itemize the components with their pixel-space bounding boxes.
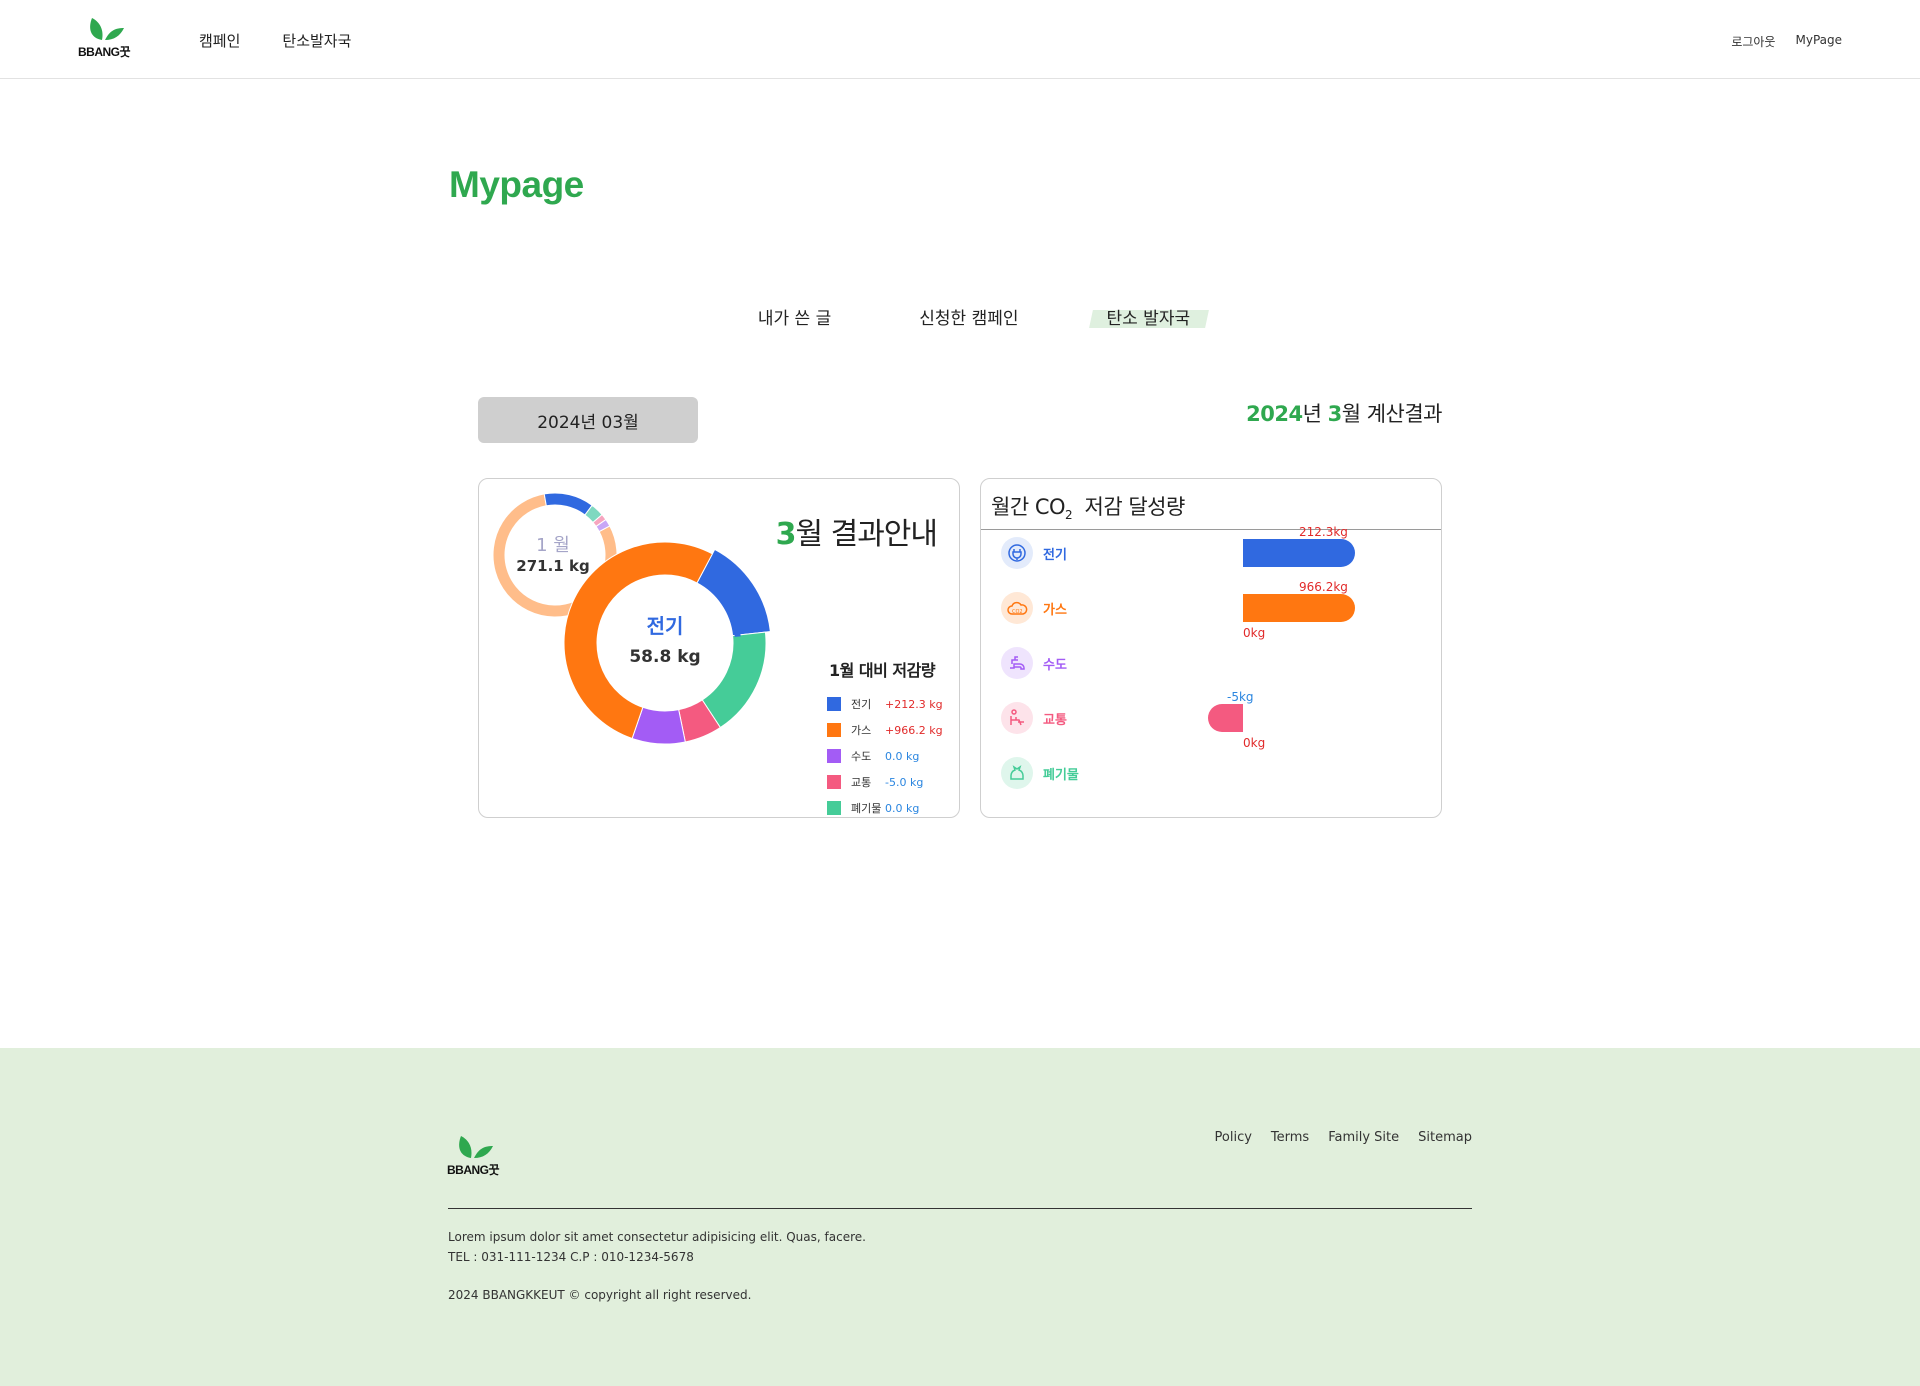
footer-links: Policy Terms Family Site Sitemap <box>1215 1130 1472 1145</box>
march-title-num: 3 <box>775 517 797 552</box>
result-year: 2024 <box>1246 402 1303 426</box>
mypage-tabs: 내가 쓴 글 신청한 캠페인 탄소 발자국 <box>0 302 1920 331</box>
svg-text:CO2: CO2 <box>1012 609 1023 615</box>
category-name: 폐기물 <box>1043 767 1079 783</box>
co2-cloud-icon: CO2 <box>1001 592 1033 624</box>
result-heading: 2024년 3월 계산결과 <box>1246 398 1442 428</box>
legend-item-2: 가스 +966.2 kg <box>827 717 943 743</box>
jan-total-value: 271.1 kg <box>516 557 590 575</box>
legend-swatch <box>827 801 841 815</box>
mypage-link[interactable]: MyPage <box>1795 33 1842 50</box>
legend-name: 폐기물 <box>851 802 882 815</box>
reduction-bar-4[interactable] <box>1208 704 1243 732</box>
bar-value-label: 0kg <box>1243 735 1266 750</box>
co2-title-sub: 2 <box>1065 508 1073 523</box>
co2-card-title: 월간 CO2 저감 달성량 <box>991 491 1185 522</box>
result-month: 3 <box>1327 402 1343 426</box>
category-row-2: CO2 가스 <box>1001 592 1067 624</box>
site-header: BBANG꿋 캠페인 탄소발자국 로그아웃 MyPage <box>0 0 1920 79</box>
footer-divider <box>448 1208 1472 1209</box>
leaf-logo-icon <box>90 18 125 40</box>
faucet-icon <box>1001 647 1033 679</box>
march-result-title: 3월 결과안내 <box>775 509 938 553</box>
legend-name: 가스 <box>851 724 872 737</box>
logout-link[interactable]: 로그아웃 <box>1731 33 1775 50</box>
tab-my-posts[interactable]: 내가 쓴 글 <box>742 302 847 331</box>
bar-value-label: 966.2kg <box>1299 580 1348 594</box>
legend-name: 교통 <box>851 776 872 789</box>
co2-title-rest: 저감 달성량 <box>1084 495 1186 519</box>
result-year-suffix: 년 <box>1302 402 1328 426</box>
co2-reduction-card: 월간 CO2 저감 달성량 전기 212.3kg CO2 가스 966.2kg 수도 0kg… <box>980 478 1442 818</box>
legend-value: 0.0 kg <box>885 801 920 815</box>
site-logo[interactable]: BBANG꿋 <box>78 16 131 60</box>
legend-value: 0.0 kg <box>885 749 920 763</box>
category-name: 수도 <box>1043 657 1067 673</box>
legend-swatch <box>827 723 841 737</box>
footer-copyright: 2024 BBANGKKEUT © copyright all right re… <box>448 1288 752 1302</box>
category-row-4: 교통 <box>1001 702 1067 734</box>
site-footer: BBANG꿋 Policy Terms Family Site Sitemap … <box>0 1048 1920 1386</box>
legend-swatch <box>827 749 841 763</box>
tab-applied-campaigns[interactable]: 신청한 캠페인 <box>903 302 1034 331</box>
car-seat-icon <box>1001 702 1033 734</box>
legend-item-1: 전기 +212.3 kg <box>827 691 943 717</box>
mar-donut-label: 전기 58.8 kg <box>605 610 725 667</box>
legend-value: +212.3 kg <box>885 697 943 711</box>
co2-title-main: 월간 CO <box>991 495 1066 519</box>
main-nav: 캠페인 탄소발자국 <box>199 30 351 51</box>
march-title-text: 월 결과안내 <box>795 517 938 552</box>
legend-swatch <box>827 775 841 789</box>
mar-category-value: 58.8 kg <box>629 647 701 667</box>
category-name: 가스 <box>1043 602 1067 618</box>
footer-link-policy[interactable]: Policy <box>1215 1130 1252 1145</box>
legend-title: 1월 대비 저감량 <box>829 661 936 680</box>
util-nav: 로그아웃 MyPage <box>1731 33 1842 50</box>
legend-name: 전기 <box>851 698 872 711</box>
legend-item-5: 폐기물 0.0 kg <box>827 795 943 817</box>
legend-value: -5.0 kg <box>885 775 924 789</box>
category-row-3: 수도 <box>1001 647 1067 679</box>
category-name: 교통 <box>1043 712 1067 728</box>
category-name: 전기 <box>1043 547 1067 563</box>
jan-donut-label: 1 월 271.1 kg <box>493 531 613 575</box>
trash-bag-icon <box>1001 757 1033 789</box>
legend-value: +966.2 kg <box>885 723 943 737</box>
legend-item-3: 수도 0.0 kg <box>827 743 943 769</box>
month-select[interactable]: 2024년 03월 <box>478 397 698 443</box>
footer-link-sitemap[interactable]: Sitemap <box>1418 1130 1472 1145</box>
footer-tel: TEL : 031-111-1234 C.P : 010-1234-5678 <box>448 1250 694 1264</box>
tab-carbon-footprint[interactable]: 탄소 발자국 <box>1091 302 1207 331</box>
footer-logo-text: BBANG꿋 <box>447 1163 500 1177</box>
jan-month-label: 1 월 <box>536 535 570 556</box>
nav-carbon-footprint[interactable]: 탄소발자국 <box>282 30 351 51</box>
page-title: Mypage <box>449 164 584 205</box>
footer-link-terms[interactable]: Terms <box>1271 1130 1309 1145</box>
mar-category-label: 전기 <box>646 614 684 638</box>
reduction-bar-2[interactable] <box>1243 594 1355 622</box>
logo-text: BBANG꿋 <box>78 45 131 59</box>
bar-value-label: 0kg <box>1243 625 1266 640</box>
plug-icon <box>1001 537 1033 569</box>
result-suffix: 월 계산결과 <box>1341 402 1443 426</box>
footer-description: Lorem ipsum dolor sit amet consectetur a… <box>448 1230 866 1244</box>
bar-value-label: -5kg <box>1227 690 1254 704</box>
reduction-bar-1[interactable] <box>1243 539 1355 567</box>
jan-donut-slice-2[interactable] <box>543 492 593 516</box>
footer-link-family-site[interactable]: Family Site <box>1328 1130 1399 1145</box>
nav-campaign[interactable]: 캠페인 <box>199 30 240 51</box>
category-row-1: 전기 <box>1001 537 1067 569</box>
category-row-5: 폐기물 <box>1001 757 1079 789</box>
co2-card-divider <box>981 529 1441 530</box>
reduction-legend: 전기 +212.3 kg 가스 +966.2 kg 수도 0.0 kg 교통 -5.0 kg 폐… <box>827 691 943 817</box>
bar-value-label: 212.3kg <box>1299 525 1348 539</box>
legend-swatch <box>827 697 841 711</box>
leaf-logo-icon <box>459 1136 494 1158</box>
footer-logo[interactable]: BBANG꿋 <box>447 1134 500 1178</box>
monthly-result-card: 3월 결과안내 1 월 271.1 kg 전기 58.8 kg 1월 대비 저감… <box>478 478 960 818</box>
legend-item-4: 교통 -5.0 kg <box>827 769 943 795</box>
legend-name: 수도 <box>851 750 872 763</box>
